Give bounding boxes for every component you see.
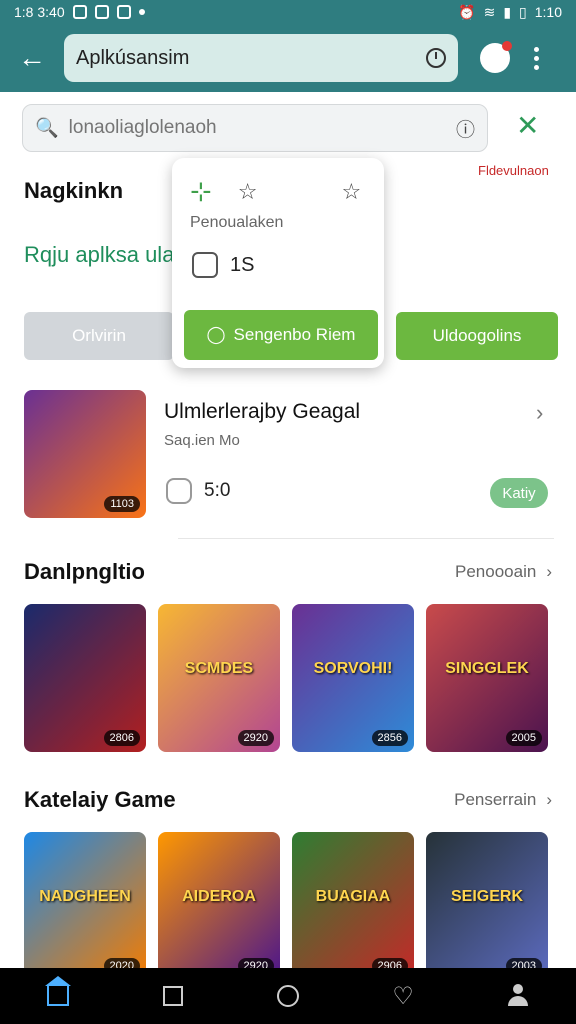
game-thumbnail[interactable]: SEIGERK 2003 xyxy=(426,832,548,980)
section-title: Nagkinkn xyxy=(24,178,124,203)
notification-icon xyxy=(72,5,87,19)
title-field[interactable]: Aplkúsansim xyxy=(64,34,458,82)
app-bar: ← Aplkúsansim xyxy=(0,24,576,92)
home-icon xyxy=(44,976,71,1006)
game-caption: SORVOHI! xyxy=(313,660,393,677)
chevron-right-icon: › xyxy=(546,790,552,809)
game-thumbnail[interactable]: NADGHEEN 2020 xyxy=(24,832,146,980)
popup-button-label: Sengenbo Riem xyxy=(233,325,356,344)
heart-icon: ♡ xyxy=(392,982,414,1010)
profile-button[interactable] xyxy=(480,41,512,73)
search-input[interactable] xyxy=(68,117,456,139)
battery-icon: ▯ xyxy=(519,3,527,20)
dot-icon xyxy=(138,9,145,15)
count-icon xyxy=(192,252,218,278)
star-icon[interactable]: ☆ xyxy=(342,179,362,205)
game-caption: NADGHEEN xyxy=(39,888,131,905)
game-thumbnail[interactable]: 2806 xyxy=(24,604,146,752)
chevron-right-icon: › xyxy=(546,562,552,581)
section-header: Katelaiy Game Penserrain › xyxy=(24,784,552,816)
see-more-link[interactable]: Penoooain › xyxy=(455,562,552,582)
section-header: Danlpngltio Penoooain › xyxy=(24,556,552,588)
game-thumbnail[interactable]: SCMDES 2920 xyxy=(158,604,280,752)
game-thumbnail[interactable]: AIDEROA 2920 xyxy=(158,832,280,980)
close-button[interactable]: ✕ xyxy=(516,112,539,140)
featured-subtitle: Saq.ien Mo xyxy=(164,432,240,449)
chat-icon: ◯ xyxy=(206,325,226,344)
circle-icon xyxy=(276,985,299,1007)
app-title: Aplkúsansim xyxy=(76,46,190,69)
more-menu-button[interactable] xyxy=(534,46,539,70)
green-note: Rqju aplksa ulat xyxy=(24,242,181,267)
featured-stat: 5:0 xyxy=(204,480,231,501)
chip-left[interactable]: Orlvirin xyxy=(24,312,174,360)
game-caption: AIDEROA xyxy=(182,888,256,905)
rating-badge: 2920 xyxy=(237,730,274,746)
status-time-left: 1:8 3:40 xyxy=(14,4,65,20)
header-link[interactable]: Fldevulnaon xyxy=(478,163,549,178)
notification-icon xyxy=(94,5,109,19)
divider xyxy=(178,538,554,539)
game-caption: SINGGLEK xyxy=(445,660,529,677)
popup-label: Penoualaken xyxy=(190,214,284,231)
see-more-link[interactable]: Penserrain › xyxy=(454,790,552,810)
info-icon[interactable]: ⓘ xyxy=(456,115,475,142)
see-more-label: Penserrain xyxy=(454,790,537,809)
featured-title: Ulmlerlerajby Geagal xyxy=(164,400,361,423)
chip-right[interactable]: Uldoogolins xyxy=(396,312,558,360)
stat-icon xyxy=(166,478,192,504)
close-icon: ✕ xyxy=(516,110,540,141)
bottom-nav: ♡ xyxy=(0,968,576,1024)
game-caption: SEIGERK xyxy=(450,888,523,905)
nav-heart[interactable]: ♡ xyxy=(383,976,423,1016)
nav-home[interactable] xyxy=(38,976,78,1016)
popup-menu: ⊹ ☆ ☆ Penoualaken 1S ◯ Sengenbo Riem xyxy=(172,158,384,368)
nav-square[interactable] xyxy=(153,976,193,1016)
rating-badge: 2005 xyxy=(505,730,542,746)
arrow-left-icon: ← xyxy=(18,42,46,73)
game-caption: BUAGIAA xyxy=(315,888,391,905)
chevron-right-icon[interactable]: › xyxy=(536,400,543,426)
rating-badge: 1103 xyxy=(104,496,140,512)
game-thumbnail[interactable]: BUAGIAA 2906 xyxy=(292,832,414,980)
game-thumbnail[interactable]: SORVOHI! 2856 xyxy=(292,604,414,752)
search-icon: 🔍 xyxy=(35,118,59,139)
game-thumbnail[interactable]: SINGGLEK 2005 xyxy=(426,604,548,752)
back-button[interactable]: ← xyxy=(12,38,52,78)
square-icon xyxy=(162,986,183,1006)
plus-icon[interactable]: ⊹ xyxy=(190,176,212,207)
person-icon xyxy=(506,984,530,1008)
section-title: Katelaiy Game xyxy=(24,787,176,812)
featured-item[interactable]: 1103 Ulmlerlerajby Geagal Saq.ien Mo 5:0… xyxy=(24,390,556,520)
star-icon[interactable]: ☆ xyxy=(238,179,258,205)
featured-thumbnail[interactable]: 1103 xyxy=(24,390,146,518)
section-title: Danlpngltio xyxy=(24,559,145,584)
alarm-icon: ⏰ xyxy=(458,3,476,20)
status-time: 1:10 xyxy=(534,4,562,20)
game-grid: 2806 SCMDES 2920 SORVOHI! 2856 SINGGLEK 2005 xyxy=(24,604,548,752)
nav-circle[interactable] xyxy=(268,976,308,1016)
game-caption: SCMDES xyxy=(184,660,254,677)
timer-icon[interactable] xyxy=(426,48,446,68)
wifi-icon: ≋ xyxy=(483,3,496,20)
signal-icon: ▮ xyxy=(503,3,512,20)
see-more-label: Penoooain xyxy=(455,562,537,581)
rating-badge: 2806 xyxy=(103,730,140,746)
featured-action-button[interactable]: Katiy xyxy=(490,478,548,508)
search-bar[interactable]: 🔍 ⓘ xyxy=(22,104,488,152)
notification-icon xyxy=(116,5,131,19)
status-bar: 1:8 3:40 ⏰ ≋ ▮ ▯ 1:10 xyxy=(0,0,576,24)
popup-count: 1S xyxy=(230,254,255,276)
nav-profile[interactable] xyxy=(498,976,538,1016)
popup-primary-button[interactable]: ◯ Sengenbo Riem xyxy=(184,310,378,360)
rating-badge: 2856 xyxy=(371,730,408,746)
game-grid: NADGHEEN 2020 AIDEROA 2920 BUAGIAA 2906 SEIGER… xyxy=(24,832,548,980)
